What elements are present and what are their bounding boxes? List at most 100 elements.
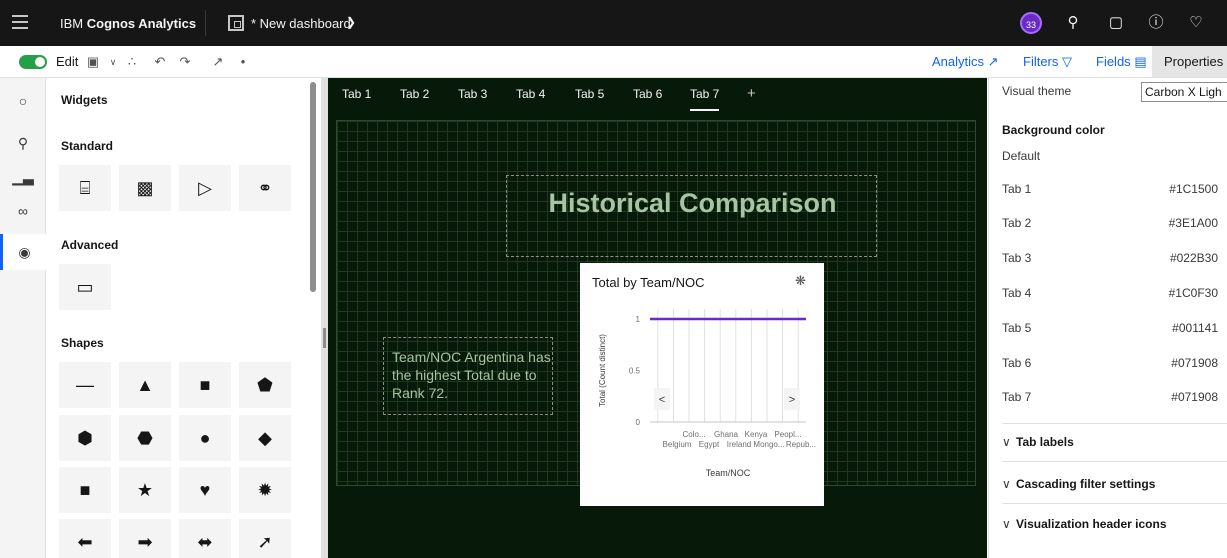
square-shape-icon[interactable]: ■: [179, 362, 231, 408]
folder-widget-icon[interactable]: ▭: [59, 264, 111, 310]
arrow-left-shape-icon[interactable]: ⬅: [59, 519, 111, 558]
divider: [1002, 503, 1227, 504]
tab-color-label: Tab 4: [1002, 286, 1032, 300]
tab-1[interactable]: Tab 1: [342, 87, 371, 101]
webpage-widget-icon[interactable]: ⚭: [239, 165, 291, 211]
image-widget-icon[interactable]: ▩: [119, 165, 171, 211]
line-shape-icon[interactable]: —: [59, 362, 111, 408]
visual-theme-label: Visual theme: [1002, 84, 1072, 98]
section-visualization-header-icons[interactable]: ∨ Visualization header icons: [1002, 517, 1167, 531]
x-tick-label: Repub...: [786, 440, 816, 449]
edit-toggle[interactable]: [19, 55, 47, 69]
tab-color-label: Tab 5: [1002, 321, 1032, 335]
pentagon-shape-icon[interactable]: ⬟: [239, 362, 291, 408]
chart-next-icon: >: [789, 394, 795, 406]
tab-strip: Tab 1 Tab 2 Tab 3 Tab 4 Tab 5 Tab 6 Tab …: [328, 78, 987, 111]
arrow-right-shape-icon[interactable]: ➡: [119, 519, 171, 558]
dashboard-name[interactable]: * New dashboard: [251, 16, 351, 31]
help-icon[interactable]: ⓘ: [1145, 12, 1167, 34]
y-tick-label: 0.5: [629, 367, 641, 376]
insight-text: Team/NOC Argentina has the highest Total…: [392, 349, 551, 401]
edit-label: Edit: [56, 54, 79, 69]
tab-color-value[interactable]: #071908: [1171, 390, 1218, 404]
rounded-square-shape-icon[interactable]: ■: [59, 467, 111, 513]
pin-icon[interactable]: ⚲: [10, 130, 36, 156]
star-shape-icon[interactable]: ★: [119, 467, 171, 513]
widgets-scrollbar[interactable]: [310, 82, 316, 292]
diamond-shape-icon[interactable]: ◆: [239, 415, 291, 461]
y-tick-label: 1: [636, 315, 641, 324]
chart-title: Total by Team/NOC: [592, 275, 705, 290]
tab-color-label: Tab 6: [1002, 356, 1032, 370]
tab-7[interactable]: Tab 7: [690, 87, 720, 111]
visual-theme-select[interactable]: Carbon X Ligh: [1141, 82, 1227, 102]
fullscreen-icon[interactable]: ↗: [208, 52, 228, 72]
standard-heading: Standard: [61, 139, 114, 153]
navigation-icon[interactable]: ∞: [10, 198, 36, 224]
insight-widget[interactable]: Team/NOC Argentina has the highest Total…: [383, 337, 553, 415]
hexagon-shape-icon[interactable]: ⬢: [59, 415, 111, 461]
y-tick-label: 0: [636, 418, 641, 427]
section-cascading-filter-settings[interactable]: ∨ Cascading filter settings: [1002, 477, 1155, 491]
x-tick-label: Belgium: [663, 440, 692, 449]
tab-color-value[interactable]: #1C0F30: [1169, 286, 1218, 300]
circle-shape-icon[interactable]: ●: [179, 415, 231, 461]
tab-6[interactable]: Tab 6: [633, 87, 662, 101]
tab-4[interactable]: Tab 4: [516, 87, 545, 101]
text-widget-icon[interactable]: ⌸: [59, 165, 111, 211]
tab-fields[interactable]: Fields ▤: [1096, 54, 1147, 70]
notification-icon[interactable]: ♡: [1185, 12, 1207, 34]
tab-color-label: Tab 3: [1002, 251, 1032, 265]
triangle-shape-icon[interactable]: ▲: [119, 362, 171, 408]
data-sources-icon[interactable]: ○: [10, 88, 36, 114]
background-color-label: Background color: [1002, 123, 1105, 137]
tab-2[interactable]: Tab 2: [400, 87, 429, 101]
arrow-both-shape-icon[interactable]: ⬌: [179, 519, 231, 558]
tab-3[interactable]: Tab 3: [458, 87, 487, 101]
heart-shape-icon[interactable]: ♥: [179, 467, 231, 513]
properties-panel: Visual theme Carbon X Ligh Background co…: [988, 78, 1227, 558]
x-tick-label: Colo...: [682, 430, 705, 439]
x-tick-label: Ireland: [727, 440, 751, 449]
tab-color-label: Tab 7: [1002, 390, 1032, 404]
media-widget-icon[interactable]: ▷: [179, 165, 231, 211]
save-dropdown-icon[interactable]: ∨: [103, 52, 123, 72]
tab-properties[interactable]: Properties: [1152, 46, 1227, 77]
chart-prev-icon: <: [659, 394, 665, 406]
visualizations-icon[interactable]: ▁▃: [10, 164, 36, 190]
tab-color-value[interactable]: #022B30: [1170, 251, 1218, 265]
widgets-rail-icon[interactable]: ◉: [0, 234, 46, 270]
undo-icon[interactable]: ↶: [150, 52, 170, 72]
arrow-curve-shape-icon[interactable]: ➚: [239, 519, 291, 558]
chart-settings-icon[interactable]: ❋: [795, 273, 806, 289]
tab-filters[interactable]: Filters ▽: [1023, 54, 1072, 70]
search-icon[interactable]: ⚲: [1062, 12, 1084, 34]
chevron-down-icon: ∨: [1002, 517, 1011, 531]
tab-color-value[interactable]: #1C1500: [1169, 182, 1218, 196]
share-icon[interactable]: ∴: [122, 52, 142, 72]
save-icon[interactable]: ▣: [83, 52, 103, 72]
fields-icon: ▤: [1134, 54, 1147, 69]
filter-icon: ▽: [1062, 54, 1073, 69]
section-tab-labels[interactable]: ∨ Tab labels: [1002, 435, 1074, 449]
tab-color-value[interactable]: #001141: [1172, 321, 1218, 335]
chevron-down-icon[interactable]: ❯: [346, 15, 356, 29]
tab-analytics[interactable]: Analytics ↗: [932, 54, 999, 70]
widgets-title: Widgets: [61, 93, 108, 107]
y-axis-title: Total (Count distinct): [598, 334, 607, 407]
tab-5[interactable]: Tab 5: [575, 87, 604, 101]
tab-color-value[interactable]: #3E1A00: [1169, 216, 1218, 230]
menu-icon[interactable]: [12, 15, 28, 29]
add-tab-button[interactable]: +: [747, 85, 756, 102]
tab-color-value[interactable]: #071908: [1171, 356, 1218, 370]
redo-icon[interactable]: ↷: [175, 52, 195, 72]
title-widget[interactable]: Historical Comparison: [506, 175, 877, 257]
x-tick-label: Mongo...: [753, 440, 784, 449]
avatar[interactable]: 33: [1020, 12, 1042, 34]
x-tick-label: Ghana: [714, 430, 739, 439]
chart-widget[interactable]: Total by Team/NOC ❋ 0 0.5 1 < > Colo... Ghana K…: [580, 263, 824, 506]
pointer-icon[interactable]: •: [233, 52, 253, 72]
burst-shape-icon[interactable]: ✹: [239, 467, 291, 513]
chat-icon[interactable]: ▢: [1105, 12, 1127, 34]
octagon-shape-icon[interactable]: ⬣: [119, 415, 171, 461]
